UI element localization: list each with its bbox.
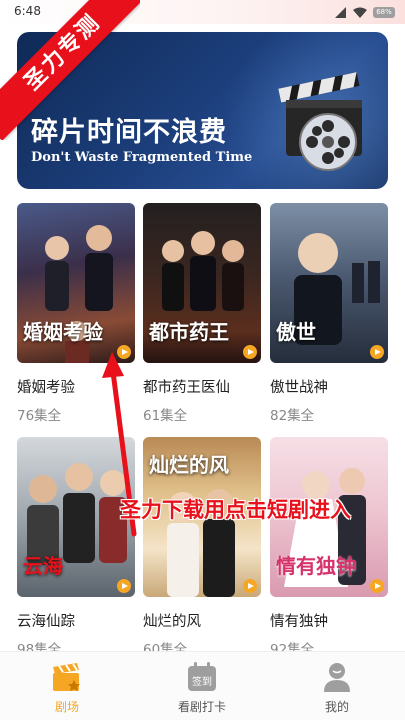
nav-tab-mine[interactable]: 我的 [277,660,397,715]
drama-title[interactable]: 情有独钟 [270,610,388,631]
battery-icon: 68% [373,6,395,18]
episode-count: 61集全 [143,408,188,424]
annotation-text: 圣力下载用点击短剧进入 [120,498,351,522]
drama-poster[interactable]: 傲世 [270,203,388,363]
nav-tab-checkin[interactable]: 签到 看剧打卡 [142,660,262,715]
play-icon [370,579,384,593]
signal-icon [335,6,346,18]
drama-poster[interactable]: 云海 [17,437,135,597]
checkin-icon-text: 签到 [192,675,212,688]
user-icon [277,660,397,694]
play-icon [117,345,131,359]
poster-title: 都市药王 [149,320,229,344]
film-reel-clapper-icon [278,72,362,171]
drama-card[interactable]: 婚姻考验 婚姻考验 76集全 [17,203,135,424]
poster-title: 情有独钟 [276,554,356,578]
drama-title[interactable]: 都市药王医仙 [143,376,261,397]
drama-card[interactable]: 云海 云海仙踪 98集全 [17,437,135,658]
status-bar: 6:48 68% [0,0,405,24]
drama-poster[interactable]: 婚姻考验 [17,203,135,363]
nav-label: 剧场 [54,700,79,714]
drama-card[interactable]: 情有独钟 情有独钟 92集全 [270,437,388,658]
drama-card[interactable]: 傲世 傲世战神 82集全 [270,203,388,424]
banner-title: 碎片时间不浪费 [31,117,227,148]
drama-title[interactable]: 傲世战神 [270,376,388,397]
drama-card[interactable]: 都市药王 都市药王医仙 61集全 [143,203,261,424]
play-icon [370,345,384,359]
poster-title: 云海 [23,554,63,578]
poster-title: 灿烂的风 [149,453,229,477]
status-time: 6:48 [14,4,41,18]
nav-label: 看剧打卡 [177,700,226,714]
drama-title[interactable]: 婚姻考验 [17,376,135,397]
banner-subtitle: Don't Waste Fragmented Time [31,150,253,165]
promo-banner[interactable]: 碎片时间不浪费 Don't Waste Fragmented Time [17,32,388,189]
nav-tab-theater[interactable]: 剧场 [7,660,127,715]
drama-title[interactable]: 云海仙踪 [17,610,135,631]
drama-card[interactable]: 灿烂的风 灿烂的风 60集全 [143,437,261,658]
poster-title: 傲世 [276,320,316,344]
play-icon [243,345,257,359]
play-icon [243,579,257,593]
drama-poster[interactable]: 都市药王 [143,203,261,363]
status-icons: 68% [335,5,395,19]
clapperboard-icon [7,660,127,694]
checkin-calendar-icon: 签到 [142,660,262,694]
poster-title: 婚姻考验 [23,320,103,344]
play-icon [117,579,131,593]
episode-count: 82集全 [270,408,315,424]
bottom-nav: 剧场 签到 看剧打卡 我的 [0,651,405,720]
episode-count: 76集全 [17,408,62,424]
drama-title[interactable]: 灿烂的风 [143,610,261,631]
nav-label: 我的 [324,700,349,714]
wifi-icon [353,7,367,18]
